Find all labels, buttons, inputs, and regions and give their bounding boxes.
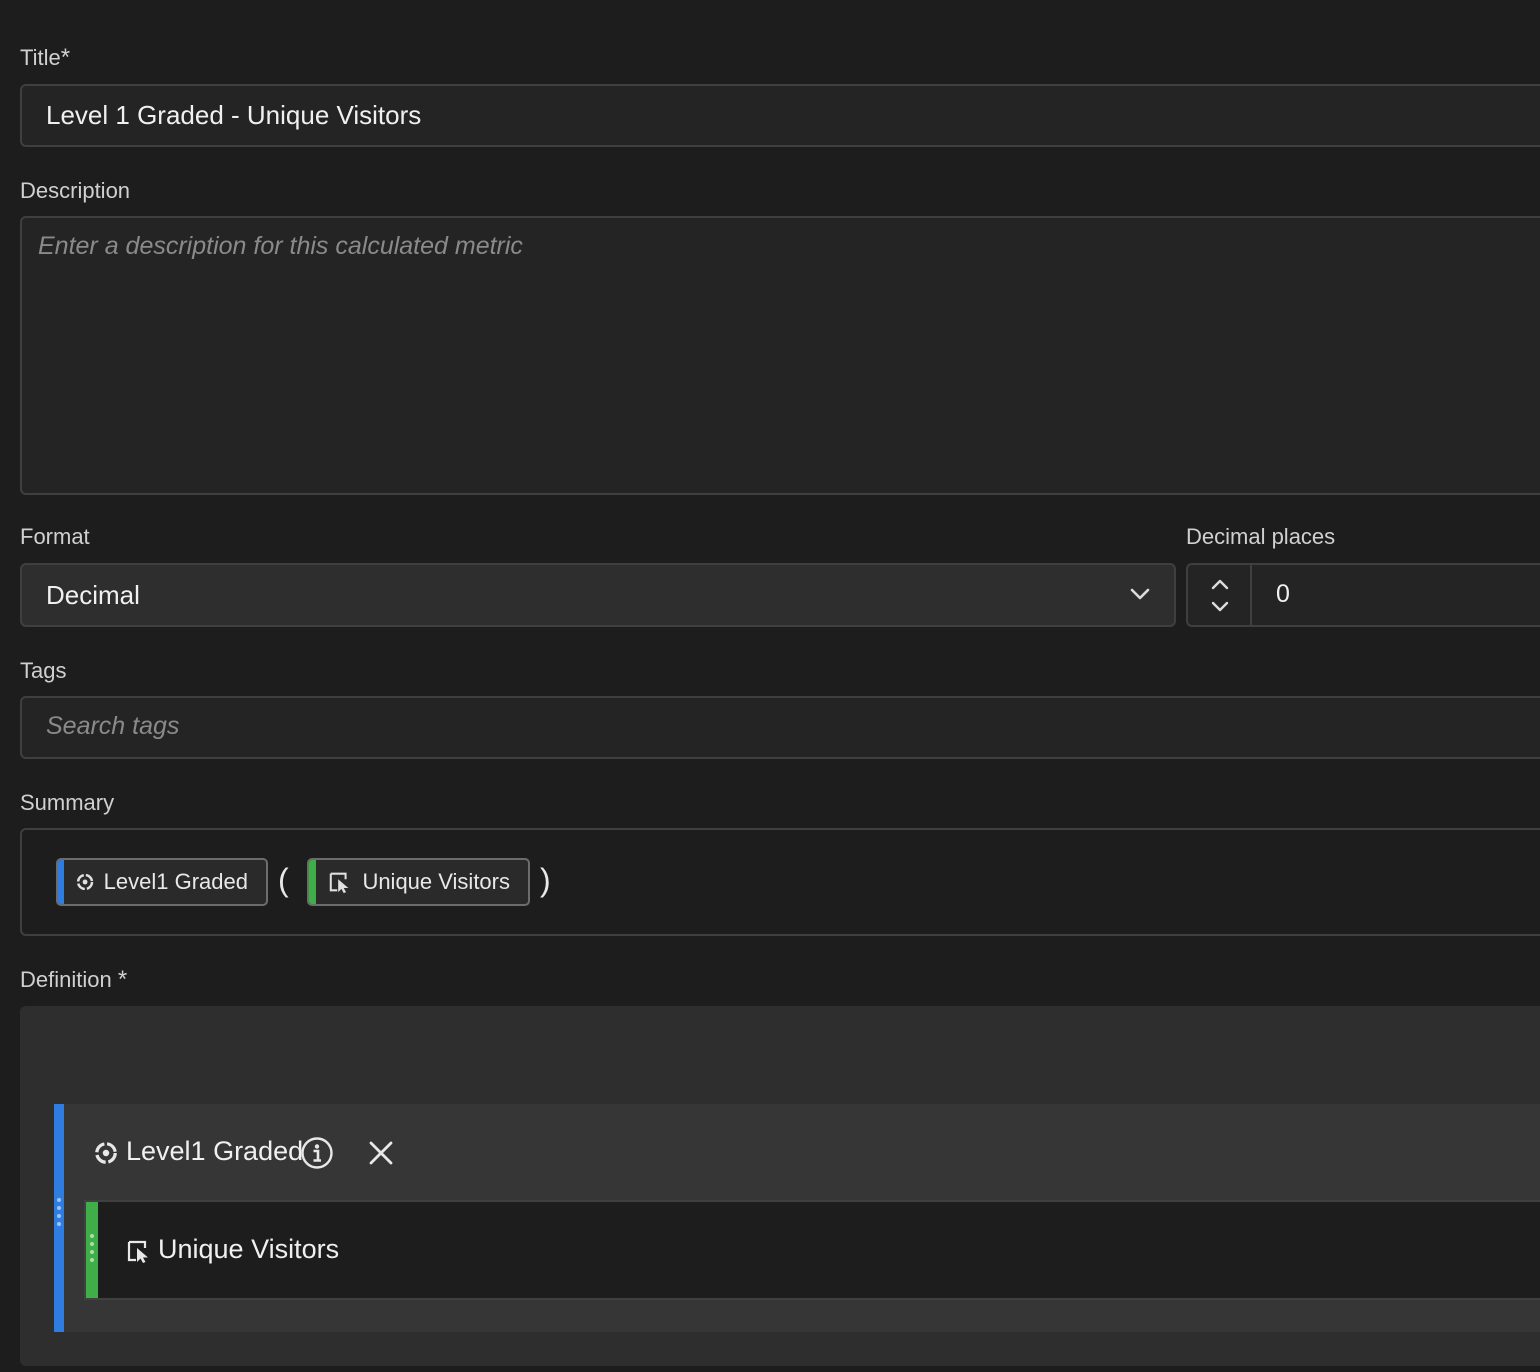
- metric-cursor-icon: [127, 1240, 148, 1263]
- tags-label: Tags: [20, 658, 67, 683]
- tags-placeholder: Search tags: [46, 712, 180, 740]
- metric-drag-handle[interactable]: [90, 1234, 94, 1266]
- description-textarea[interactable]: Enter a description for this calculated …: [20, 216, 1540, 495]
- format-dropdown[interactable]: Decimal: [20, 563, 1176, 627]
- summary-metric-pill[interactable]: Unique Visitors: [307, 858, 530, 906]
- metric-accent: [309, 860, 317, 904]
- description-placeholder: Enter a description for this calculated …: [38, 232, 523, 260]
- title-field[interactable]: Level 1 Graded - Unique Visitors: [20, 84, 1540, 147]
- close-icon[interactable]: [368, 1140, 394, 1166]
- summary-label: Summary: [20, 790, 115, 815]
- decimal-places-stepper[interactable]: 0: [1186, 563, 1540, 627]
- format-label: Format: [20, 524, 90, 549]
- segment-function-icon: [95, 1142, 117, 1164]
- format-value: Decimal: [46, 580, 140, 610]
- title-label-text: Title: [20, 45, 61, 70]
- decimal-places-label: Decimal places: [1186, 524, 1336, 549]
- calculated-metric-form: Title* Level 1 Graded - Unique Visitors …: [0, 0, 1540, 1372]
- function-drag-handle[interactable]: [57, 1198, 61, 1230]
- summary-close-paren: ): [540, 862, 551, 898]
- function-accent: [58, 860, 64, 904]
- tags-search-input[interactable]: Search tags: [20, 696, 1540, 759]
- title-label: Title*: [20, 44, 70, 72]
- chevron-down-small-icon[interactable]: [1208, 598, 1232, 616]
- title-value: Level 1 Graded - Unique Visitors: [46, 100, 422, 130]
- stepper-buttons[interactable]: [1188, 565, 1252, 625]
- segment-function-icon: [76, 873, 93, 891]
- metric-cursor-icon: [330, 872, 349, 894]
- summary-box: Level1 Graded ( Unique Visitors ): [20, 828, 1540, 936]
- chevron-up-icon[interactable]: [1208, 575, 1232, 593]
- definition-function-name: Level1 Graded: [126, 1136, 304, 1166]
- definition-label: Definition *: [20, 966, 127, 994]
- description-label: Description: [20, 178, 131, 203]
- info-icon[interactable]: [300, 1136, 334, 1170]
- summary-open-paren: (: [278, 862, 289, 898]
- decimal-places-value: 0: [1276, 580, 1290, 608]
- title-required-mark: *: [60, 44, 71, 71]
- definition-metric-name: Unique Visitors: [158, 1234, 340, 1264]
- definition-metric-row[interactable]: Unique Visitors: [84, 1200, 1540, 1300]
- summary-function-label: Level1 Graded: [103, 869, 248, 894]
- summary-metric-label: Unique Visitors: [362, 869, 510, 894]
- definition-label-text: Definition: [20, 967, 112, 992]
- chevron-down-icon: [1130, 588, 1150, 600]
- summary-function-pill[interactable]: Level1 Graded: [56, 858, 268, 906]
- definition-required-mark: *: [117, 966, 128, 993]
